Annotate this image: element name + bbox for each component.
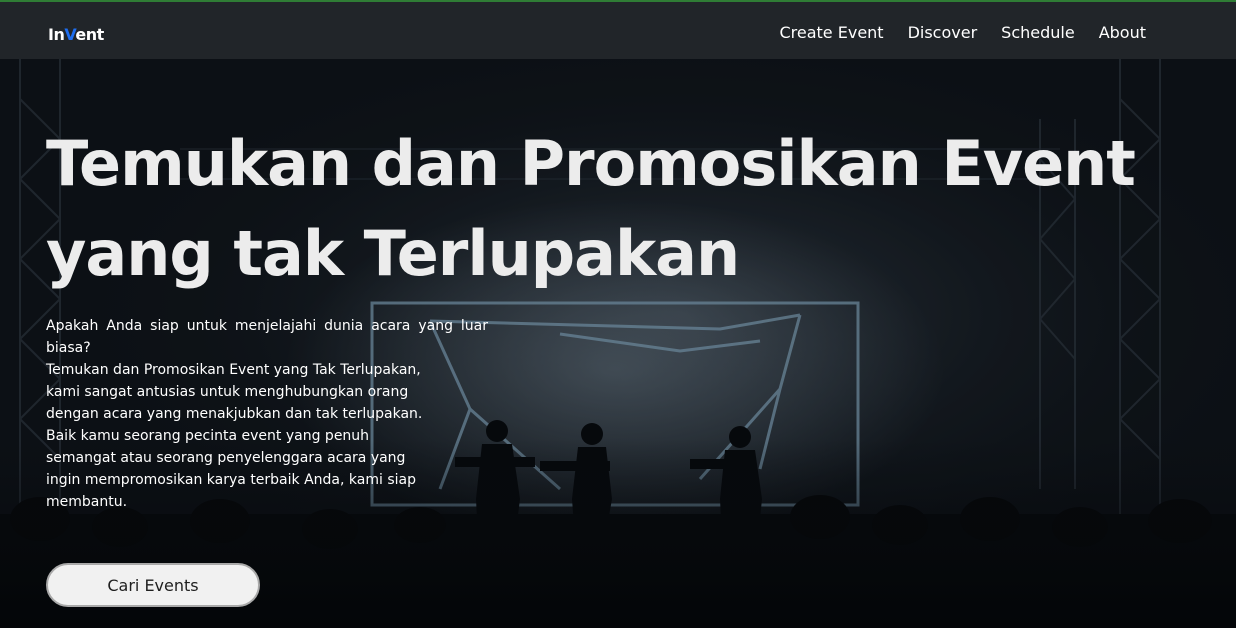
nav-link-create-event[interactable]: Create Event <box>779 23 883 42</box>
brand-suffix: ent <box>75 25 104 44</box>
brand-accent: V <box>64 25 76 44</box>
hero-section: Temukan dan Promosikan Event yang tak Te… <box>0 59 1236 628</box>
brand-prefix: In <box>48 25 65 44</box>
nav-link-discover[interactable]: Discover <box>908 23 978 42</box>
hero-title-line-2: yang tak Terlupakan <box>46 217 740 290</box>
hero-description: Apakah Anda siap untuk menjelajahi dunia… <box>46 315 488 513</box>
nav-link-schedule[interactable]: Schedule <box>1001 23 1075 42</box>
brand-logo[interactable]: InVent <box>48 25 104 44</box>
navbar: InVent Create Event Discover Schedule Ab… <box>0 0 1236 59</box>
hero-title-line-1: Temukan dan Promosikan Event <box>46 127 1136 200</box>
hero-body-text: Temukan dan Promosikan Event yang Tak Te… <box>46 362 423 510</box>
hero-intro-text: Apakah Anda siap untuk menjelajahi dunia… <box>46 318 488 356</box>
landing-page: InVent Create Event Discover Schedule Ab… <box>0 0 1236 628</box>
hero-title: Temukan dan Promosikan Event yang tak Te… <box>46 119 1136 299</box>
nav-links: Create Event Discover Schedule About <box>779 23 1146 42</box>
nav-link-about[interactable]: About <box>1099 23 1146 42</box>
search-events-button[interactable]: Cari Events <box>46 563 260 607</box>
